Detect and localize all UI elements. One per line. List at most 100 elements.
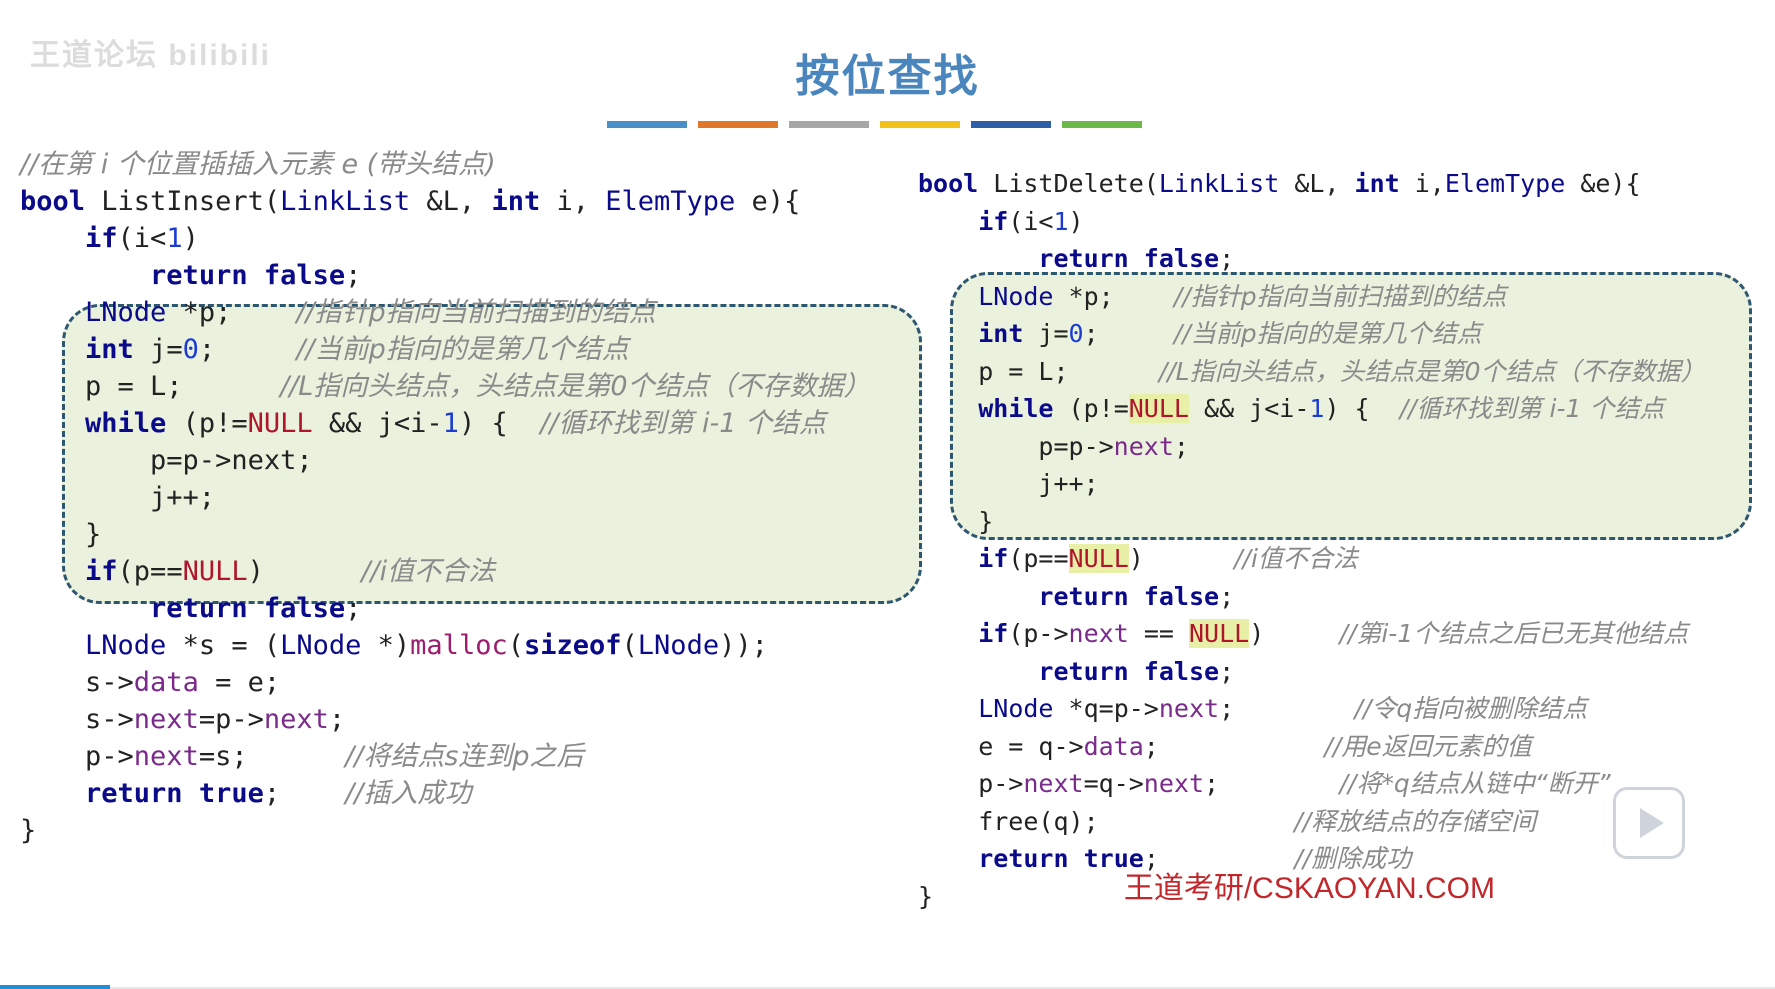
code-token: ElemType <box>605 186 736 217</box>
left-code-line: //在第 i 个位置插插入元素 e (带头结点) <box>20 146 871 183</box>
left-code-line: while (p!=NULL && j<i-1) { //循环找到第 i-1 个… <box>20 405 871 442</box>
code-token: ElemType <box>1444 169 1566 198</box>
code-token: return <box>1038 656 1129 686</box>
code-token: //第i-1个结点之后已无其他结点 <box>1339 619 1689 648</box>
code-token: false <box>1143 244 1220 273</box>
left-code-line: } <box>20 516 871 553</box>
code-token: return <box>1038 244 1129 273</box>
code-token: i, <box>1399 169 1445 198</box>
code-token: i, <box>540 186 606 217</box>
right-code-line: j++; <box>918 465 1706 503</box>
code-token: LNode <box>85 297 167 328</box>
code-token: false <box>263 593 346 624</box>
code-token: ; <box>345 593 362 624</box>
code-token: //指针p指向当前扫描到的结点 <box>296 297 656 328</box>
code-token: ; <box>1204 769 1340 798</box>
code-token: free(q); <box>918 806 1295 836</box>
code-token: //i值不合法 <box>1234 544 1358 573</box>
video-progress-bar[interactable] <box>0 985 110 989</box>
code-token: false <box>263 260 346 291</box>
code-token: //L指向头结点，头结点是第0个结点（不存数据） <box>1158 356 1706 386</box>
right-code-line: int j=0; //当前p指向的是第几个结点 <box>918 315 1706 353</box>
right-code-line: return false; <box>918 653 1706 691</box>
code-token: =p-> <box>198 704 264 735</box>
code-token: //插入成功 <box>345 778 472 809</box>
code-token: 0 <box>182 334 199 365</box>
code-token: NULL <box>1188 619 1250 648</box>
code-token: return <box>150 260 248 291</box>
code-token: ListDelete( <box>978 169 1159 198</box>
code-token: bool <box>20 186 86 217</box>
code-token: *p; <box>166 297 297 328</box>
left-code-line: } <box>20 812 871 849</box>
code-token: ) { <box>458 408 541 439</box>
code-token: if <box>978 206 1009 236</box>
left-code-line: s->next=p->next; <box>20 701 871 738</box>
code-token: *) <box>361 630 411 661</box>
code-token: next <box>1143 769 1205 798</box>
code-token: NULL <box>247 408 313 439</box>
code-token: ) <box>182 223 199 254</box>
right-code-line: while (p!=NULL && j<i-1) { //循环找到第 i-1 个… <box>918 390 1706 428</box>
code-token: *q=p-> <box>1053 694 1159 723</box>
code-token: *s = ( <box>166 630 281 661</box>
code-token: p=p-> <box>918 431 1114 461</box>
code-token: =s; <box>198 741 346 772</box>
code-token: //将*q结点从链中“断开” <box>1339 769 1611 798</box>
code-token: int <box>491 186 541 217</box>
code-token: //循环找到第 i-1 个结点 <box>540 408 826 439</box>
right-code-line: LNode *q=p->next; //令q指向被删除结点 <box>918 690 1706 728</box>
code-token: if <box>85 556 118 587</box>
right-code-line: p->next=q->next; //将*q结点从链中“断开” <box>918 765 1706 803</box>
code-token: //循环找到第 i-1 个结点 <box>1399 394 1665 423</box>
code-token: ( <box>621 630 638 661</box>
page-title: 按位查找 <box>795 51 980 102</box>
code-token: LNode <box>978 281 1054 311</box>
lecture-slide: 王道论坛 bilibili 按位查找 //在第 i 个位置插插入元素 e (带头… <box>0 0 1775 989</box>
right-code-line: return false; <box>918 240 1706 278</box>
code-token: p=p->next; <box>20 445 313 476</box>
code-token: } <box>918 881 934 911</box>
code-token: e){ <box>735 186 801 217</box>
code-token: ; <box>1219 656 1235 686</box>
left-code-line: LNode *s = (LNode *)malloc(sizeof(LNode)… <box>20 627 871 664</box>
right-code-line: p = L; //L指向头结点，头结点是第0个结点（不存数据） <box>918 353 1706 391</box>
code-token: //在第 i 个位置插插入元素 e (带头结点) <box>20 149 496 180</box>
code-token: //令q指向被删除结点 <box>1354 694 1588 723</box>
code-token: ) <box>247 556 362 587</box>
code-token: next <box>133 704 199 735</box>
code-token: if <box>85 223 118 254</box>
play-icon[interactable] <box>1613 787 1685 859</box>
left-code-line: return false; <box>20 590 871 627</box>
left-code-line: s->data = e; <box>20 664 871 701</box>
code-token: j= <box>133 334 183 365</box>
code-token: p = L; <box>20 371 281 402</box>
color-bar-segment <box>607 121 687 128</box>
code-token: j++; <box>918 469 1099 498</box>
code-token: (i< <box>117 223 167 254</box>
left-code-line: j++; <box>20 479 871 516</box>
code-token: =q-> <box>1083 769 1144 798</box>
code-token: true <box>198 778 264 809</box>
code-token: return <box>150 593 248 624</box>
color-bar-segment <box>789 121 869 128</box>
code-token: //当前p指向的是第几个结点 <box>1173 319 1482 348</box>
code-token: LinkList <box>1158 169 1280 198</box>
code-token: false <box>1143 581 1220 611</box>
